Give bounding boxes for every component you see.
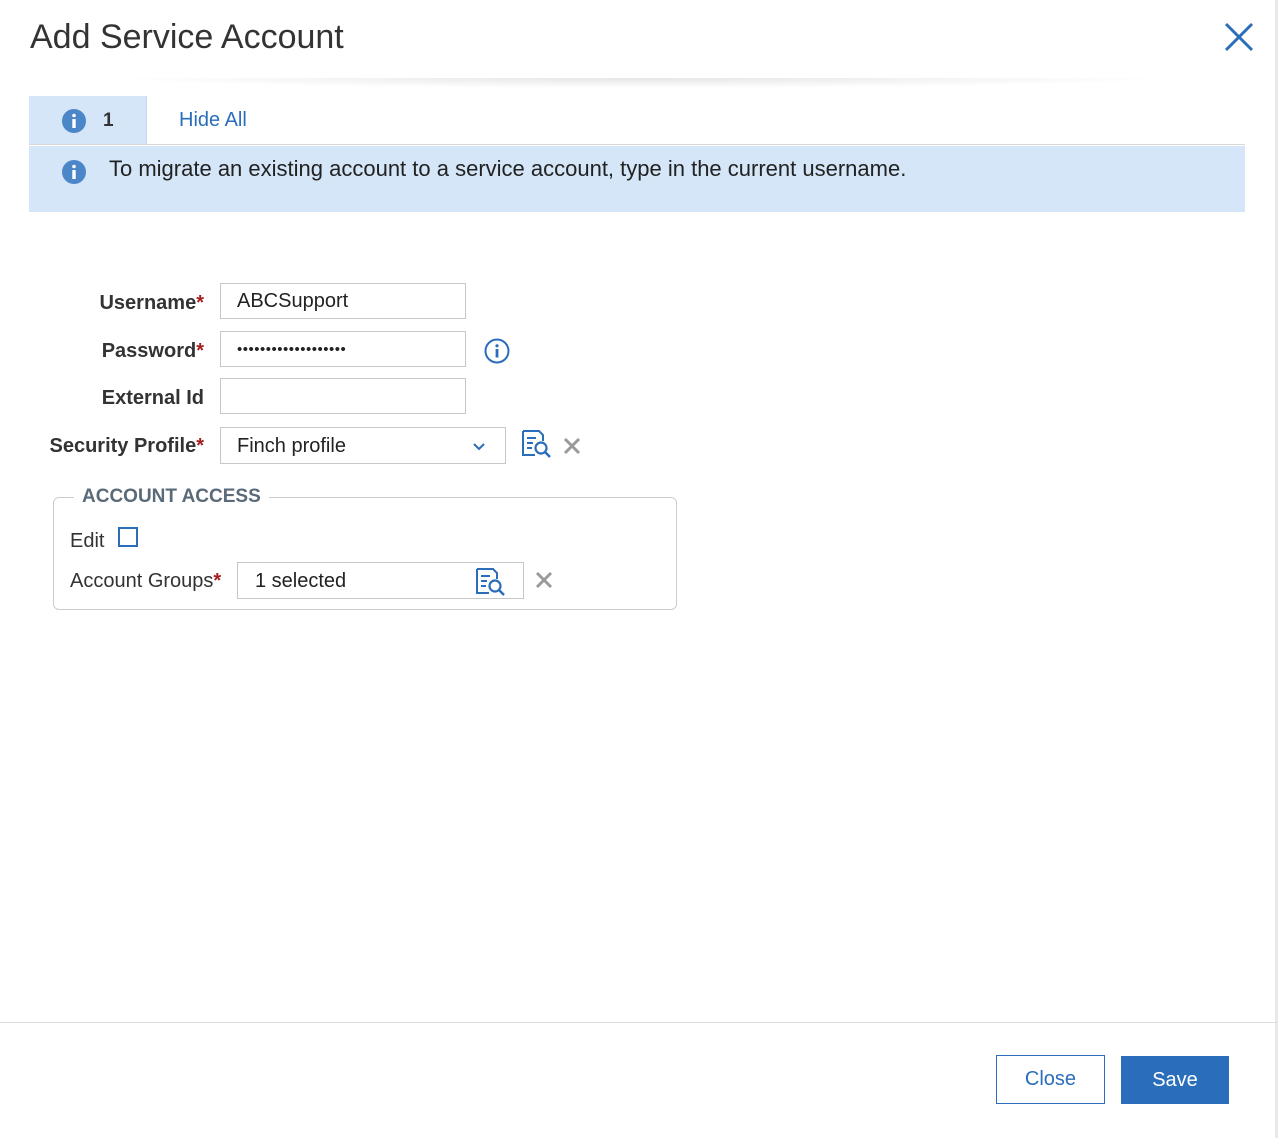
- security-profile-label: Security Profile*: [4, 435, 204, 458]
- banner-text: To migrate an existing account to a serv…: [109, 156, 907, 181]
- password-label: Password*: [4, 340, 204, 363]
- dialog-title: Add Service Account: [30, 18, 344, 56]
- close-button[interactable]: Close: [996, 1055, 1105, 1104]
- clear-icon[interactable]: [535, 571, 553, 589]
- username-label: Username*: [4, 292, 204, 315]
- external-id-input[interactable]: [220, 378, 466, 414]
- chevron-down-icon: [473, 443, 485, 451]
- username-input[interactable]: [220, 283, 466, 319]
- external-id-label: External Id: [101, 387, 204, 409]
- password-label-text: Password: [101, 340, 197, 362]
- account-access-legend: ACCOUNT ACCESS: [82, 486, 261, 507]
- message-tabs: 1 Hide All: [29, 96, 1245, 145]
- lookup-search-icon[interactable]: [521, 429, 553, 459]
- edit-label: Edit: [70, 530, 105, 552]
- lookup-search-icon[interactable]: [475, 567, 507, 597]
- hide-all-link[interactable]: Hide All: [179, 109, 247, 132]
- required-mark: *: [196, 292, 204, 314]
- required-mark: *: [196, 340, 204, 362]
- save-button[interactable]: Save: [1121, 1056, 1229, 1104]
- account-groups-field[interactable]: 1 selected: [237, 562, 524, 599]
- security-profile-select[interactable]: Finch profile: [220, 427, 506, 464]
- clear-icon[interactable]: [563, 437, 581, 455]
- account-groups-value: 1 selected: [255, 570, 347, 592]
- security-profile-value: Finch profile: [237, 435, 346, 457]
- security-profile-label-text: Security Profile: [49, 435, 197, 457]
- info-icon: [62, 109, 86, 133]
- username-label-text: Username: [99, 292, 197, 314]
- edit-checkbox[interactable]: [118, 527, 138, 547]
- message-count-tab[interactable]: 1: [29, 96, 147, 144]
- dialog-header: Add Service Account: [0, 0, 1278, 88]
- required-mark: *: [196, 435, 204, 457]
- info-banner: To migrate an existing account to a serv…: [29, 146, 1245, 212]
- message-count: 1: [103, 110, 114, 131]
- account-groups-label-text: Account Groups: [70, 570, 214, 592]
- password-value: •••••••••••••••••••: [237, 341, 347, 358]
- password-input[interactable]: •••••••••••••••••••: [220, 331, 466, 367]
- header-shadow: [100, 78, 1180, 88]
- close-icon[interactable]: [1222, 20, 1256, 54]
- required-mark: *: [213, 570, 222, 592]
- info-icon: [62, 160, 86, 184]
- account-groups-label: Account Groups*: [70, 570, 221, 593]
- info-outline-icon[interactable]: [484, 338, 510, 364]
- footer-divider: [0, 1022, 1278, 1023]
